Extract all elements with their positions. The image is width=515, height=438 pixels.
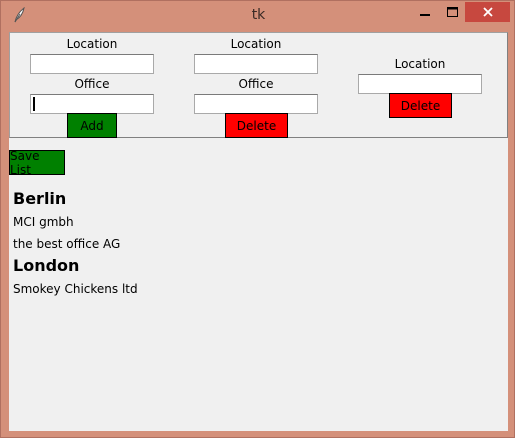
add-location-input[interactable] [30, 54, 154, 74]
delete-office-office-input[interactable] [194, 94, 318, 114]
office-item: Smokey Chickens ltd [13, 282, 138, 296]
close-button[interactable] [465, 2, 510, 22]
text-cursor [33, 97, 35, 111]
office-item: the best office AG [13, 237, 121, 251]
add-button[interactable]: Add [67, 113, 117, 138]
forms-frame: Location Office Add Location Office Dele… [9, 32, 508, 138]
add-office-input[interactable] [30, 94, 154, 114]
minimize-icon [420, 14, 430, 16]
app-window: tk Location Office Add Location Office D… [0, 0, 515, 438]
location-heading-london: London [13, 256, 80, 275]
title-bar[interactable]: tk [1, 1, 515, 31]
maximize-icon [446, 7, 458, 17]
office-item: MCI gmbh [13, 215, 74, 229]
close-icon [482, 7, 493, 17]
minimize-button[interactable] [411, 2, 439, 22]
delete-office-location-input[interactable] [194, 54, 318, 74]
add-location-label: Location [66, 37, 118, 51]
delete-office-button[interactable]: Delete [225, 113, 288, 138]
location-heading-berlin: Berlin [13, 189, 67, 208]
delete-location-input[interactable] [358, 74, 482, 94]
client-area: Location Office Add Location Office Dele… [9, 32, 508, 431]
add-office-label: Office [74, 77, 110, 91]
delete-location-button[interactable]: Delete [389, 93, 452, 118]
delete-location-label: Location [394, 57, 446, 71]
save-list-button[interactable]: Save List [9, 149, 65, 177]
delete-office-office-label: Office [238, 77, 274, 91]
delete-office-location-label: Location [230, 37, 282, 51]
maximize-button[interactable] [439, 2, 465, 22]
